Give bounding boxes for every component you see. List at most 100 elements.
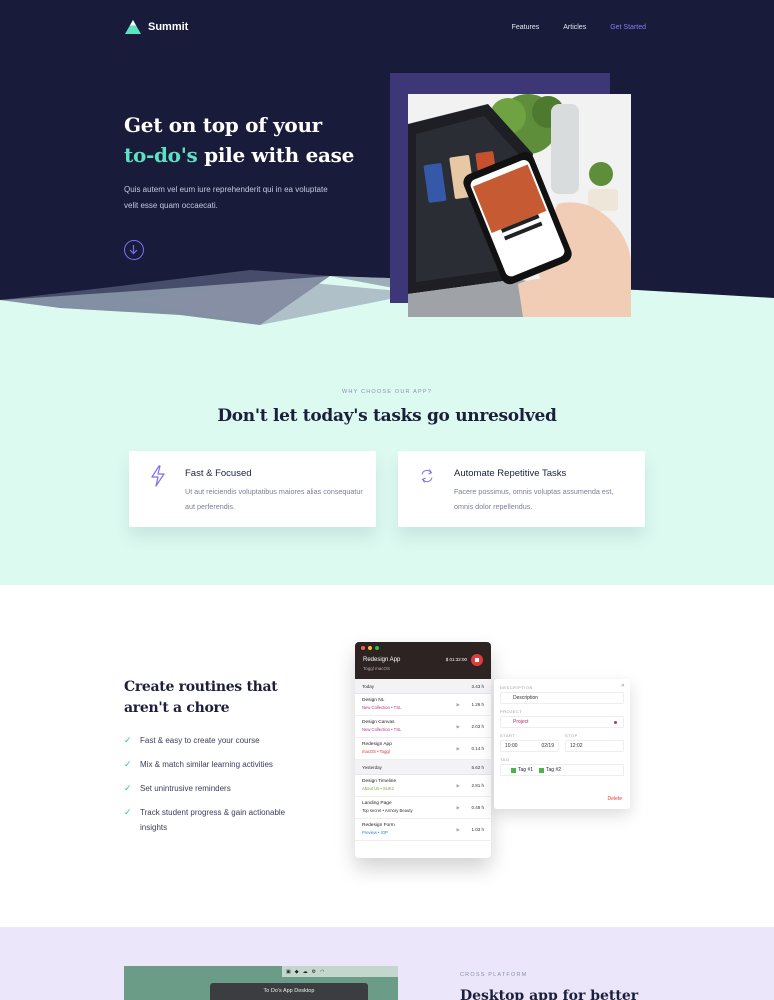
feature-card: Fast & Focused Ut aut reiciendis volupta… — [129, 451, 376, 527]
list-item: ✓ Track student progress & gain actionabl… — [124, 805, 314, 835]
list-item-text: Track student progress & gain actionable… — [140, 808, 286, 832]
list-item: ✓ Set unintrusive reminders — [124, 781, 314, 796]
feature-card-title: Fast & Focused — [185, 468, 252, 479]
features-title: Don't let today's tasks go unresolved — [217, 406, 557, 426]
description-field[interactable]: Description — [500, 692, 624, 704]
cloud-icon: ☁ — [302, 968, 308, 975]
lightning-icon — [151, 465, 165, 487]
time-entry-row[interactable]: Landing Page Top secret • Armory Beauty ▶ 0… — [355, 797, 491, 819]
check-icon: ✓ — [124, 783, 132, 793]
list-item-text: Mix & match similar learning activities — [140, 760, 273, 769]
settings-icon: ⚙ — [311, 968, 317, 975]
play-icon[interactable]: ▶ — [457, 702, 460, 708]
routines-checklist: ✓ Fast & easy to create your course ✓ Mix … — [124, 733, 314, 844]
feature-card: Automate Repetitive Tasks Facere possimu… — [398, 451, 645, 527]
entry-duration: 2.03 h — [471, 724, 484, 729]
stop-field[interactable]: 12:02 — [565, 740, 624, 752]
list-item: ✓ Fast & easy to create your course — [124, 733, 314, 748]
check-icon: ✓ — [124, 735, 132, 745]
project-value: Project — [513, 719, 529, 725]
play-icon[interactable]: ▶ — [457, 783, 460, 789]
running-project: Redesign App — [363, 657, 401, 663]
group-label: Today — [362, 683, 375, 689]
nav-links: Features Articles Get Started — [512, 24, 646, 31]
feature-card-description: Facere possimus, omnis voluptas assumend… — [454, 487, 614, 511]
entry-duration: 2.81 h — [471, 783, 484, 788]
close-icon[interactable]: ✕ — [621, 683, 625, 689]
cross-platform-eyebrow: CROSS PLATFORM — [460, 972, 528, 978]
play-icon[interactable]: ▶ — [457, 827, 460, 833]
project-select[interactable]: Project — [500, 716, 624, 728]
entry-duration: 1.26 h — [471, 702, 484, 707]
play-icon[interactable]: ▶ — [457, 724, 460, 730]
brand-name: Summit — [148, 21, 189, 33]
entry-name: Design Canvas — [362, 720, 395, 725]
nav-link-features[interactable]: Features — [512, 24, 540, 31]
laptop-phone-illustration — [408, 94, 631, 317]
entry-client: Top secret • Armory Beauty — [362, 808, 413, 813]
close-dot-icon — [361, 646, 365, 650]
time-range: START 10:00 02/19 STOP 12:02 — [500, 733, 624, 757]
list-item-text: Set unintrusive reminders — [140, 784, 231, 793]
entry-name: Landing Page — [362, 801, 392, 806]
time-entry-row[interactable]: Design Canvas New Collection • TSL ▶ 2.03 h — [355, 716, 491, 738]
entry-client: About Us • SUK2 — [362, 786, 394, 791]
brand[interactable]: Summit — [124, 19, 188, 35]
play-icon[interactable]: ▶ — [457, 805, 460, 811]
start-field[interactable]: 10:00 02/19 — [500, 740, 559, 752]
top-nav: Summit Features Articles Get Started — [124, 16, 646, 38]
description-label: DESCRIPTION — [500, 685, 533, 690]
entry-client: macOS • Toggl — [362, 749, 390, 754]
hero-description: Quis autem vel eum iure reprehenderit qu… — [124, 185, 328, 210]
arrow-down-icon — [129, 245, 138, 255]
feature-card-description: Ut aut reiciendis voluptatibus maiores a… — [185, 487, 363, 511]
project-label: PROJECT — [500, 709, 523, 714]
tag-chip[interactable]: Tag #1 — [511, 767, 533, 773]
tag-selector[interactable]: Tag #1 Tag #2 — [500, 764, 624, 776]
nav-link-articles[interactable]: Articles — [563, 24, 586, 31]
routines-title: Create routines that aren't a chore — [124, 679, 278, 716]
time-entry-row[interactable]: Redesign App macOS • Toggl ▶ 0.14 h — [355, 738, 491, 760]
start-label: START — [500, 733, 516, 738]
stop-timer-button[interactable] — [471, 654, 483, 666]
sync-icon — [421, 469, 433, 483]
entry-group-header: Yesterday 5.62 h — [355, 760, 491, 775]
time-entry-row[interactable]: Design Timeline About Us • SUK2 ▶ 2.81 h — [355, 775, 491, 797]
project-color-dot — [614, 721, 617, 724]
nav-get-started-link[interactable]: Get Started — [610, 24, 646, 31]
scroll-down-button[interactable] — [124, 240, 144, 260]
tag-chip[interactable]: Tag #2 — [539, 767, 561, 773]
entry-duration: 0.14 h — [471, 746, 484, 751]
entry-name: Design Timeline — [362, 779, 397, 784]
entry-group-header: Today 3.43 h — [355, 679, 491, 694]
hero-section: Summit Features Articles Get Started Get… — [0, 0, 774, 330]
hero-photo — [408, 94, 631, 317]
time-entry-row[interactable]: Redesign Form Preview • IOP ▶ 1.03 h — [355, 819, 491, 841]
feature-card-title: Automate Repetitive Tasks — [454, 468, 567, 479]
entry-detail-panel: ✕ DESCRIPTION Description PROJECT Projec… — [494, 679, 630, 809]
start-date: 02/19 — [541, 743, 554, 749]
group-label: Yesterday — [362, 764, 382, 770]
hero-title-rest: pile with ease — [197, 143, 355, 167]
tag-label: TAG — [500, 757, 510, 762]
routines-section: Create routines that aren't a chore ✓ Fas… — [0, 585, 774, 927]
wifi-icon: ◠ — [320, 968, 325, 975]
time-entry-row[interactable]: Design NL New Collection • TSL ▶ 1.26 h — [355, 694, 491, 716]
entry-client: New Collection • TSL — [362, 727, 402, 732]
entry-client: Preview • IOP — [362, 830, 388, 835]
running-project-client: Toggl macOS — [363, 666, 391, 671]
entry-name: Design NL — [362, 698, 385, 703]
play-icon[interactable]: ▶ — [457, 746, 460, 752]
macos-menubar: ▣ ◆ ☁ ⚙ ◠ — [282, 966, 398, 977]
features-section: WHY CHOOSE OUR APP? Don't let today's ta… — [0, 330, 774, 585]
entry-name: Redesign Form — [362, 823, 395, 828]
entry-name: Redesign App — [362, 742, 392, 747]
app-menubar-icon[interactable]: ▣ — [286, 969, 291, 975]
entry-duration: 1.03 h — [471, 827, 484, 832]
tag-name: Tag #1 — [518, 767, 534, 773]
checkbox-checked-icon — [511, 767, 516, 773]
delete-button[interactable]: Delete — [608, 796, 622, 802]
cross-platform-title: Desktop app for better — [460, 988, 639, 1000]
hero-mountain-decoration — [0, 270, 774, 330]
dropbox-icon: ◆ — [294, 968, 299, 975]
